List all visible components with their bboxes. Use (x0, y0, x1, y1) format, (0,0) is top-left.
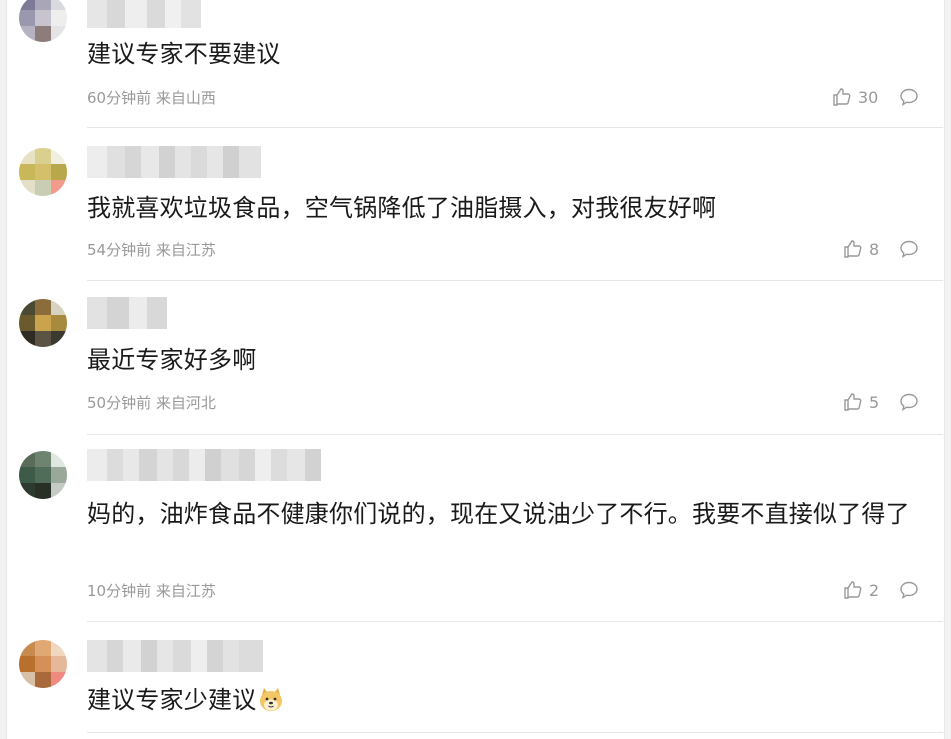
like-count: 30 (858, 87, 879, 107)
avatar[interactable] (19, 640, 67, 688)
thumbs-up-icon (844, 240, 862, 258)
username-blurred[interactable] (87, 640, 263, 672)
reply-button[interactable] (899, 392, 919, 416)
comment-bubble-icon (900, 88, 918, 106)
avatar[interactable] (19, 0, 67, 42)
thumbs-up-icon (833, 88, 851, 106)
comment-text: 妈的，油炸食品不健康你们说的，现在又说油少了不行。我要不直接似了得了 (87, 500, 910, 528)
reply-button[interactable] (899, 87, 919, 111)
like-button[interactable]: 8 (843, 239, 879, 259)
like-button[interactable]: 30 (832, 87, 878, 107)
comment-meta: 50分钟前 来自河北 (87, 394, 216, 412)
comment-meta: 60分钟前 来自山西 (87, 89, 216, 107)
comment-text: 最近专家好多啊 (87, 346, 257, 374)
reply-button[interactable] (899, 580, 919, 604)
username-blurred[interactable] (87, 449, 321, 481)
like-count: 5 (869, 392, 880, 412)
comment-meta: 10分钟前 来自江苏 (87, 582, 216, 600)
comment-bubble-icon (900, 393, 918, 411)
comment-text: 建议专家不要建议 (87, 40, 281, 68)
username-blurred[interactable] (87, 146, 261, 178)
like-count: 8 (869, 239, 880, 259)
comment-item: 建议专家不要建议 60分钟前 来自山西 30 (0, 0, 951, 128)
username-blurred[interactable] (87, 0, 201, 28)
reply-button[interactable] (899, 239, 919, 263)
like-button[interactable]: 2 (843, 580, 879, 600)
avatar[interactable] (19, 299, 67, 347)
comment-text-content: 建议专家少建议 (87, 686, 257, 714)
comment-meta: 54分钟前 来自江苏 (87, 241, 216, 259)
like-button[interactable]: 5 (843, 392, 879, 412)
divider (87, 732, 943, 733)
thumbs-up-icon (844, 393, 862, 411)
comment-text: 我就喜欢垃圾食品，空气锅降低了油脂摄入，对我很友好啊 (87, 194, 717, 222)
avatar[interactable] (19, 148, 67, 196)
avatar[interactable] (19, 451, 67, 499)
comment-bubble-icon (900, 581, 918, 599)
comment-item: 我就喜欢垃圾食品，空气锅降低了油脂摄入，对我很友好啊 54分钟前 来自江苏 8 (0, 128, 951, 281)
like-count: 2 (869, 580, 880, 600)
comment-item: 建议专家少建议 (0, 622, 951, 739)
comment-text: 建议专家少建议 (87, 680, 911, 720)
thumbs-up-icon (844, 581, 862, 599)
comment-item: 妈的，油炸食品不健康你们说的，现在又说油少了不行。我要不直接似了得了 10分钟前… (0, 435, 951, 622)
username-blurred[interactable] (87, 297, 167, 329)
comment-bubble-icon (900, 240, 918, 258)
comment-item: 最近专家好多啊 50分钟前 来自河北 5 (0, 281, 951, 435)
doge-emoji (260, 688, 283, 711)
